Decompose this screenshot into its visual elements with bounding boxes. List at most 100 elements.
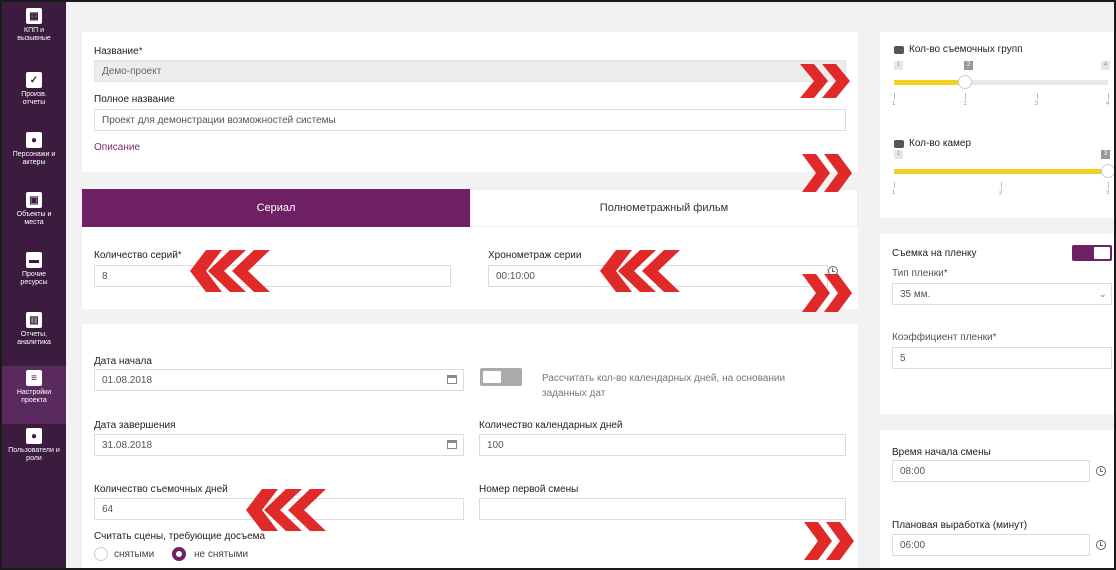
radio-not-shot[interactable] <box>172 547 186 561</box>
cameras-tick <box>1108 182 1109 188</box>
app-frame: ▦ КПП и вызывные ✓ Произв. отчеты ● Перс… <box>0 0 1116 570</box>
sidebar-item-kpp[interactable]: ▦ КПП и вызывные <box>2 8 66 62</box>
film-toggle[interactable] <box>1072 245 1112 261</box>
calendar-icon[interactable] <box>447 440 457 449</box>
groups-current-value: 2 <box>964 61 973 70</box>
cameras-slider-title: Кол-во камер <box>894 138 971 149</box>
end-date-input[interactable]: 31.08.2018 <box>94 434 464 456</box>
sidebar: ▦ КПП и вызывные ✓ Произв. отчеты ● Перс… <box>2 2 66 568</box>
users-icon: ● <box>26 428 42 444</box>
groups-min: 1 <box>894 61 903 70</box>
calendar-icon: ▦ <box>26 8 42 24</box>
arrow-left-annotation <box>600 248 682 294</box>
sidebar-item-settings[interactable]: ≡ Настройки проекта <box>2 366 66 424</box>
arrow-right-annotation <box>800 62 852 100</box>
groups-track-fill <box>894 80 966 85</box>
calendar-days-input[interactable]: 100 <box>479 434 846 456</box>
planned-output-label: Плановая выработка (минут) <box>892 520 1028 531</box>
groups-tick-label: 4 <box>1106 101 1110 107</box>
sidebar-item-objects[interactable]: ▣ Объекты и места <box>2 192 66 246</box>
cameras-tick <box>1001 182 1002 188</box>
sidebar-item-resources[interactable]: ▬ Прочие ресурсы <box>2 252 66 306</box>
sliders-icon: ≡ <box>26 370 42 386</box>
groups-tick-label: 1 <box>892 101 896 107</box>
groups-tick-label: 2 <box>963 101 967 107</box>
series-count-label: Количество серий* <box>94 250 182 261</box>
start-date-label: Дата начала <box>94 356 152 367</box>
name-label: Название* <box>94 46 143 57</box>
planned-output-input[interactable]: 06:00 <box>892 534 1090 556</box>
groups-tick <box>894 93 895 99</box>
cameras-tick-label: 2 <box>999 190 1003 196</box>
cameras-tick <box>894 182 895 188</box>
first-shift-input[interactable] <box>479 498 846 520</box>
sidebar-item-analytics[interactable]: ▥ Отчеты, аналитика <box>2 312 66 366</box>
groups-tick-label: 3 <box>1034 101 1038 107</box>
box-icon: ▬ <box>26 252 42 268</box>
groups-tick <box>965 93 967 99</box>
sidebar-item-users[interactable]: ● Пользователи и роли <box>2 428 66 482</box>
film-coef-label: Коэффициент пленки* <box>892 332 997 343</box>
chevron-down-icon[interactable]: ⌄ <box>1099 289 1107 300</box>
name-input[interactable]: Демо-проект <box>94 60 846 82</box>
reshoot-label: Считать сцены, требующие досъема <box>94 531 266 542</box>
calc-days-text: Рассчитать кол-во календарных дней, на о… <box>542 373 786 399</box>
sidebar-item-label: Персонажи и актеры <box>12 151 56 166</box>
radio-not-shot-label: не снятыми <box>194 549 249 560</box>
sidebar-item-label: Пользователи и роли <box>8 447 60 462</box>
cameras-tick-label: 3 <box>1106 190 1110 196</box>
sidebar-item-characters[interactable]: ● Персонажи и актеры <box>2 132 66 186</box>
description-link[interactable]: Описание <box>94 142 140 153</box>
sidebar-item-label: Прочие ресурсы <box>20 271 48 286</box>
end-date-label: Дата завершения <box>94 420 176 431</box>
groups-max: 4 <box>1101 61 1110 70</box>
arrow-right-annotation <box>802 272 854 314</box>
film-toggle-label: Съемка на пленку <box>892 248 977 259</box>
sidebar-item-label: Объекты и места <box>16 211 52 226</box>
film-coef-input[interactable]: 5 <box>892 347 1112 369</box>
radio-shot[interactable] <box>94 547 108 561</box>
calc-days-toggle[interactable] <box>480 368 522 386</box>
groups-tick <box>1108 93 1109 99</box>
arrow-right-annotation <box>804 520 856 562</box>
first-shift-label: Номер первой смены <box>479 484 579 495</box>
arrow-left-annotation <box>246 487 328 533</box>
cameras-current-value: 3 <box>1101 150 1110 159</box>
cameras-min: 1 <box>894 150 903 159</box>
film-panel <box>880 234 1114 414</box>
calendar-icon[interactable] <box>447 375 457 384</box>
shift-start-label: Время начала смены <box>892 447 991 458</box>
film-type-select[interactable]: 35 мм. <box>892 283 1112 305</box>
sidebar-item-label: Отчеты, аналитика <box>17 331 51 346</box>
calendar-days-label: Количество календарных дней <box>479 420 623 431</box>
series-duration-label: Хронометраж серии <box>488 250 582 261</box>
arrow-right-annotation <box>802 152 854 194</box>
project-info-panel <box>82 32 858 172</box>
people-icon <box>894 45 904 54</box>
tab-feature-film[interactable]: Полнометражный фильм <box>470 189 858 227</box>
start-date-input[interactable]: 01.08.2018 <box>94 369 464 391</box>
sliders-panel <box>880 32 1114 218</box>
cameras-tick-label: 1 <box>892 190 896 196</box>
checkbox-icon: ✓ <box>26 72 42 88</box>
sidebar-item-reports[interactable]: ✓ Произв. отчеты <box>2 72 66 126</box>
arrow-left-annotation <box>190 248 272 294</box>
groups-tick <box>1036 93 1038 99</box>
shift-start-input[interactable]: 08:00 <box>892 460 1090 482</box>
sidebar-item-label: КПП и вызывные <box>17 27 51 42</box>
shooting-days-label: Количество съемочных дней <box>94 484 228 495</box>
image-icon: ▣ <box>26 192 42 208</box>
film-type-label: Тип пленки* <box>892 268 948 279</box>
cameras-track-fill <box>894 169 1108 174</box>
fullname-input[interactable]: Проект для демонстрации возможностей сис… <box>94 109 846 131</box>
tab-series[interactable]: Сериал <box>82 189 470 227</box>
series-count-input[interactable]: 8 <box>94 265 451 287</box>
clock-icon[interactable] <box>1096 540 1106 550</box>
camera-icon <box>894 139 904 148</box>
people-icon: ● <box>26 132 42 148</box>
cameras-slider-thumb[interactable] <box>1101 164 1114 178</box>
clock-icon[interactable] <box>1096 466 1106 476</box>
bar-chart-icon: ▥ <box>26 312 42 328</box>
sidebar-item-label: Произв. отчеты <box>21 91 47 106</box>
groups-slider-title: Кол-во съемочных групп <box>894 44 1023 55</box>
